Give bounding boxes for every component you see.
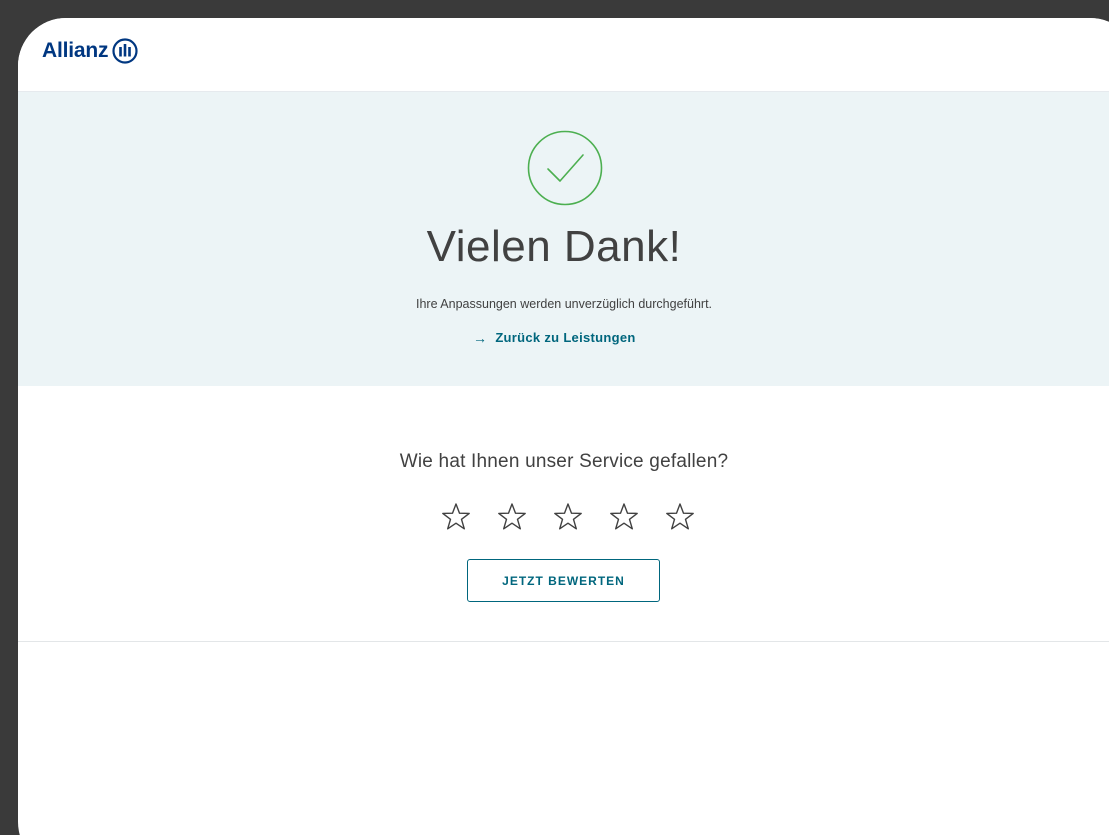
star-3-icon[interactable]	[552, 501, 584, 533]
brand-logo[interactable]: Allianz	[42, 38, 138, 64]
star-5-icon[interactable]	[664, 501, 696, 533]
feedback-section: Wie hat Ihnen unser Service gefallen? JE…	[18, 386, 1109, 642]
feedback-question: Wie hat Ihnen unser Service gefallen?	[399, 451, 729, 472]
brand-name: Allianz	[42, 39, 109, 62]
checkmark-circle-icon	[527, 130, 603, 206]
star-rating	[440, 501, 696, 533]
top-bar: Allianz	[18, 18, 1109, 92]
confirmation-section: Vielen Dank! Ihre Anpassungen werden unv…	[18, 92, 1109, 386]
back-to-services-link[interactable]: → Zurück zu Leistungen	[473, 330, 636, 345]
submit-rating-button[interactable]: JETZT BEWERTEN	[467, 559, 660, 602]
star-1-icon[interactable]	[440, 501, 472, 533]
star-4-icon[interactable]	[608, 501, 640, 533]
page-title: Vielen Dank!	[426, 222, 682, 271]
device-frame: Allianz Vielen Dank! Ihre Anpassungen we…	[0, 0, 1109, 835]
back-link-label: Zurück zu Leistungen	[495, 330, 636, 345]
confirmation-message: Ihre Anpassungen werden unverzüglich dur…	[415, 297, 713, 311]
arrow-right-icon: →	[473, 329, 488, 346]
allianz-eagle-icon	[112, 38, 138, 64]
star-2-icon[interactable]	[496, 501, 528, 533]
app-screen: Allianz Vielen Dank! Ihre Anpassungen we…	[18, 18, 1109, 835]
